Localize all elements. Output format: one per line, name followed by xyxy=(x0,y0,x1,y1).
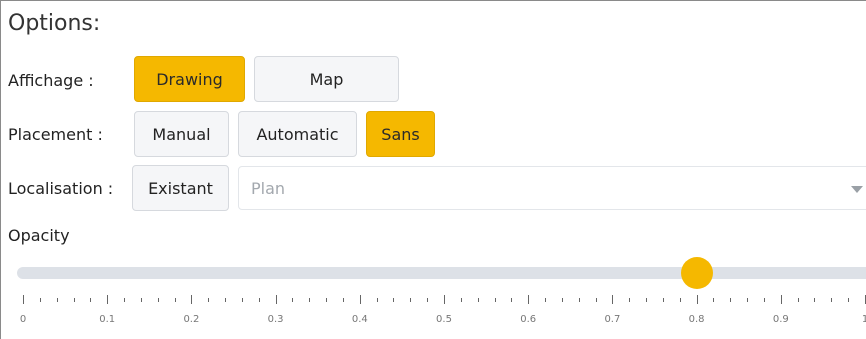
slider-tick-label: 0 xyxy=(19,314,27,325)
slider-tick-label: 0.8 xyxy=(688,314,705,325)
placement-automatic-button[interactable]: Automatic xyxy=(238,111,357,157)
slider-minor-tick xyxy=(646,298,648,302)
slider-minor-tick xyxy=(814,298,816,302)
slider-minor-tick xyxy=(225,298,227,302)
chevron-down-icon xyxy=(851,186,863,193)
slider-minor-tick xyxy=(679,298,681,302)
placement-label: Placement : xyxy=(8,125,103,144)
slider-minor-tick xyxy=(662,298,664,302)
affichage-label: Affichage : xyxy=(8,71,94,90)
placement-manual-button[interactable]: Manual xyxy=(134,111,229,157)
slider-minor-tick xyxy=(511,298,513,302)
slider-minor-tick xyxy=(124,298,126,302)
localisation-plan-select[interactable]: Plan xyxy=(238,166,866,210)
opacity-label: Opacity xyxy=(8,226,70,245)
slider-minor-tick xyxy=(342,298,344,302)
slider-tick-label: 0.7 xyxy=(604,314,621,325)
slider-minor-tick xyxy=(595,298,597,302)
slider-minor-tick xyxy=(326,298,328,302)
slider-tick-label: 1 xyxy=(861,314,866,325)
slider-minor-tick xyxy=(73,298,75,302)
slider-minor-tick xyxy=(545,298,547,302)
select-value: Plan xyxy=(251,179,286,198)
slider-major-tick xyxy=(23,295,24,304)
slider-minor-tick xyxy=(730,298,732,302)
opacity-slider-thumb[interactable] xyxy=(680,257,713,289)
slider-minor-tick xyxy=(578,298,580,302)
slider-major-tick xyxy=(359,295,361,304)
slider-major-tick xyxy=(612,295,614,304)
affichage-drawing-button[interactable]: Drawing xyxy=(134,56,245,102)
slider-minor-tick xyxy=(309,298,311,302)
slider-minor-tick xyxy=(629,298,631,302)
slider-minor-tick xyxy=(831,298,833,302)
slider-minor-tick xyxy=(797,298,799,302)
slider-minor-tick xyxy=(561,298,563,302)
slider-minor-tick xyxy=(460,298,462,302)
slider-tick-label: 0.5 xyxy=(436,314,452,325)
options-title: Options: xyxy=(8,11,101,36)
affichage-map-button[interactable]: Map xyxy=(254,56,399,102)
slider-minor-tick xyxy=(241,298,243,302)
slider-minor-tick xyxy=(174,298,176,302)
slider-tick-label: 0.6 xyxy=(520,314,537,325)
slider-minor-tick xyxy=(258,298,260,302)
slider-tick-label: 0.3 xyxy=(267,314,284,325)
slider-major-tick xyxy=(107,295,109,304)
slider-minor-tick xyxy=(39,298,41,302)
slider-major-tick xyxy=(275,295,277,304)
slider-tick-label: 0.9 xyxy=(772,314,789,325)
slider-tick-label: 0.1 xyxy=(99,314,116,325)
opacity-slider-track[interactable] xyxy=(17,267,866,279)
slider-minor-tick xyxy=(494,298,496,302)
slider-minor-tick xyxy=(56,298,58,302)
slider-tick-label: 0.2 xyxy=(183,314,200,325)
slider-minor-tick xyxy=(477,298,479,302)
slider-major-tick xyxy=(696,295,698,304)
slider-minor-tick xyxy=(376,298,378,302)
slider-minor-tick xyxy=(292,298,294,302)
placement-sans-button[interactable]: Sans xyxy=(366,111,435,157)
slider-minor-tick xyxy=(427,298,429,302)
slider-minor-tick xyxy=(410,298,412,302)
slider-minor-tick xyxy=(763,298,765,302)
slider-major-tick xyxy=(780,295,782,304)
localisation-existant-button[interactable]: Existant xyxy=(132,165,229,211)
slider-minor-tick xyxy=(90,298,92,302)
slider-minor-tick xyxy=(157,298,159,302)
slider-major-tick xyxy=(444,295,445,304)
localisation-label: Localisation : xyxy=(8,179,114,198)
slider-minor-tick xyxy=(208,298,210,302)
slider-minor-tick xyxy=(140,298,142,302)
slider-minor-tick xyxy=(848,298,850,302)
options-panel: Options: Affichage : Drawing Map Placeme… xyxy=(0,0,866,339)
slider-minor-tick xyxy=(747,298,749,302)
slider-tick-label: 0.4 xyxy=(351,314,368,325)
slider-minor-tick xyxy=(393,298,395,302)
slider-major-tick xyxy=(191,295,193,304)
slider-major-tick xyxy=(528,295,530,304)
slider-minor-tick xyxy=(713,298,715,302)
